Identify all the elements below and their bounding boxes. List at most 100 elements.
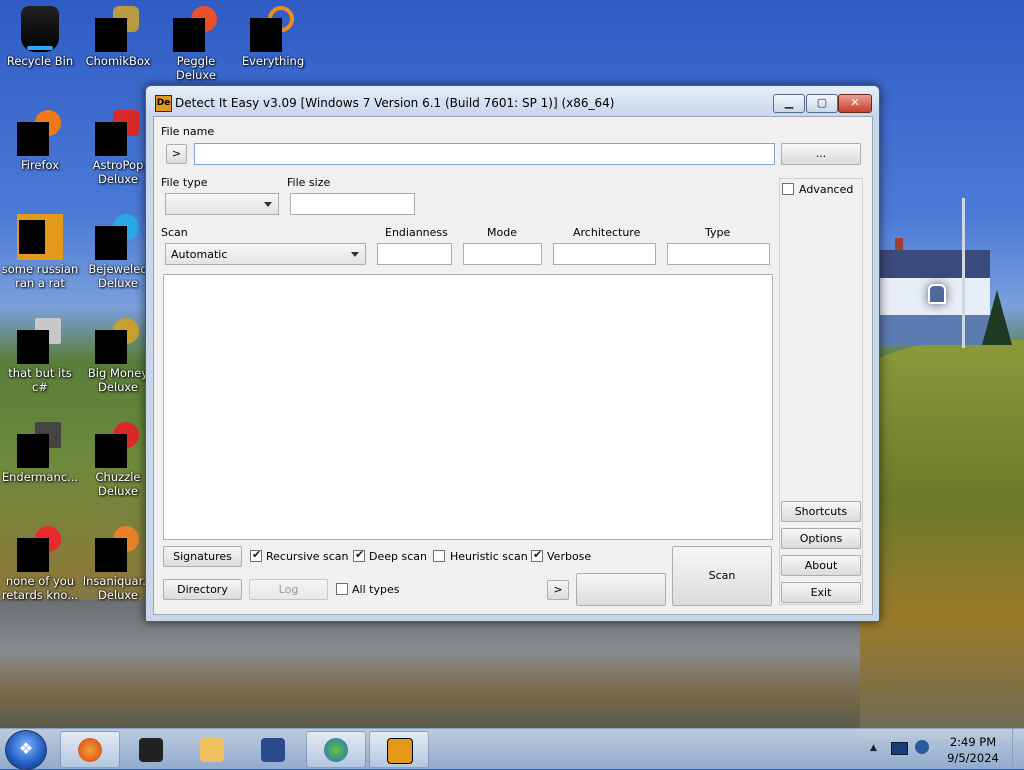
- chevron-down-icon: [351, 252, 359, 257]
- file-arrow-button[interactable]: >: [166, 144, 187, 164]
- about-button[interactable]: About: [781, 555, 861, 576]
- verbose-checkbox[interactable]: [531, 548, 543, 562]
- desktop-icon-label: that but its c#: [8, 366, 72, 394]
- peggle-icon: [173, 6, 219, 52]
- opera-icon: [17, 526, 63, 572]
- show-desktop-button[interactable]: [1012, 729, 1024, 769]
- network-icon[interactable]: [891, 742, 908, 755]
- window-title: Detect It Easy v3.09 [Windows 7 Version …: [175, 96, 615, 110]
- browse-button[interactable]: ...: [781, 143, 861, 165]
- background-house: [880, 250, 990, 345]
- all-types-label: All types: [352, 583, 400, 596]
- recursive-scan-checkbox[interactable]: [250, 548, 262, 562]
- window-client-area: File name > ... File type File size Scan…: [153, 116, 873, 615]
- desktop-icon-chomikbox[interactable]: ChomikBox: [78, 6, 158, 68]
- insaniquarium-icon: [95, 526, 141, 572]
- taskbar-item-detect-it-easy[interactable]: [369, 731, 429, 768]
- file-name-input[interactable]: [194, 143, 775, 165]
- detect-it-easy-icon: [17, 214, 63, 260]
- clock-date: 9/5/2024: [947, 751, 999, 765]
- download-manager-icon: [324, 738, 348, 762]
- desktop-icon-label: ChomikBox: [85, 54, 151, 68]
- close-button[interactable]: ✕: [838, 94, 872, 113]
- type-label: Type: [705, 226, 731, 239]
- taskbar-item-virtualbox[interactable]: [243, 731, 303, 768]
- architecture-field: [553, 243, 656, 265]
- taskbar-item-download-manager[interactable]: [306, 731, 366, 768]
- chomikbox-icon: [95, 6, 141, 52]
- scan-results-area[interactable]: [163, 274, 773, 540]
- chevron-down-icon: [264, 202, 272, 207]
- desktop-icon-everything[interactable]: Everything: [233, 6, 313, 68]
- deep-scan-label: Deep scan: [369, 550, 427, 563]
- scan-mode-value: Automatic: [171, 248, 228, 261]
- type-field: [667, 243, 770, 265]
- heuristic-scan-label: Heuristic scan: [450, 550, 528, 563]
- bejeweled-icon: [95, 214, 141, 260]
- close-icon: ✕: [850, 96, 860, 109]
- signatures-button[interactable]: Signatures: [163, 546, 242, 567]
- log-button[interactable]: Log: [249, 579, 328, 600]
- detect-it-easy-icon: [387, 738, 413, 764]
- desktop-icon-label: some russian ran a rat: [1, 262, 79, 290]
- scan-button[interactable]: Scan: [672, 546, 772, 606]
- tray-expand-icon[interactable]: ▲: [870, 743, 877, 753]
- scan-progress-bar: [576, 573, 666, 606]
- background-pole: [962, 198, 965, 348]
- mode-label: Mode: [487, 226, 517, 239]
- all-types-checkbox[interactable]: [336, 583, 348, 595]
- desktop-icon-none-of-you[interactable]: none of you retards kno...: [0, 526, 80, 602]
- minimize-button[interactable]: ▁: [773, 94, 805, 113]
- taskbar-item-media-player[interactable]: [182, 731, 242, 768]
- taskbar-item-terminal[interactable]: [121, 731, 181, 768]
- shortcuts-button[interactable]: Shortcuts: [781, 501, 861, 522]
- architecture-label: Architecture: [573, 226, 641, 239]
- chuzzle-icon: [95, 422, 141, 468]
- desktop-icon-label: Everything: [241, 54, 305, 68]
- scan-mode-select[interactable]: Automatic: [165, 243, 366, 265]
- heuristic-scan-checkbox[interactable]: [433, 550, 445, 562]
- maximize-icon: ▢: [816, 96, 828, 109]
- everything-icon: [250, 6, 296, 52]
- verbose-label: Verbose: [547, 550, 592, 563]
- program-icon: [17, 318, 63, 364]
- volume-icon[interactable]: [915, 740, 929, 754]
- taskbar-item-firefox[interactable]: [60, 731, 120, 768]
- virtualbox-icon: [261, 738, 285, 762]
- detect-it-easy-window: De Detect It Easy v3.09 [Windows 7 Versi…: [145, 85, 880, 622]
- more-button[interactable]: >: [547, 580, 569, 600]
- desktop-icon-that-but-its-csharp[interactable]: that but its c#: [0, 318, 80, 394]
- advanced-checkbox[interactable]: [782, 183, 794, 195]
- minimize-icon: ▁: [784, 96, 794, 109]
- window-titlebar[interactable]: De Detect It Easy v3.09 [Windows 7 Versi…: [146, 86, 879, 116]
- file-name-label: File name: [161, 125, 215, 138]
- desktop-icon-label: Peggle Deluxe: [176, 54, 216, 82]
- desktop-icon-endermanch[interactable]: Endermanc...: [0, 422, 80, 484]
- terminal-icon: [139, 738, 163, 762]
- endianness-field: [377, 243, 452, 265]
- background-hill: [860, 340, 1024, 740]
- recursive-scan-label: Recursive scan: [266, 550, 349, 563]
- deep-scan-checkbox[interactable]: [353, 548, 365, 562]
- directory-button[interactable]: Directory: [163, 579, 242, 600]
- desktop-icon-recycle-bin[interactable]: Recycle Bin: [0, 6, 80, 68]
- firefox-icon: [17, 110, 63, 156]
- desktop-icon-label: Recycle Bin: [6, 54, 74, 68]
- maximize-button[interactable]: ▢: [806, 94, 838, 113]
- app-icon: De: [155, 95, 172, 112]
- file-type-select[interactable]: [165, 193, 279, 215]
- desktop-icon-peggle-deluxe[interactable]: Peggle Deluxe: [156, 6, 236, 82]
- mode-field: [463, 243, 542, 265]
- system-clock[interactable]: 2:49 PM 9/5/2024: [940, 734, 1006, 766]
- file-size-label: File size: [287, 176, 331, 189]
- options-button[interactable]: Options: [781, 528, 861, 549]
- big-money-icon: [95, 318, 141, 364]
- exit-button[interactable]: Exit: [781, 582, 861, 603]
- desktop-icon-label: Firefox: [20, 158, 60, 172]
- desktop-icon-some-russian-ran-a-rat[interactable]: some russian ran a rat: [0, 214, 80, 290]
- desktop-icon-label: Endermanc...: [1, 470, 79, 484]
- start-button[interactable]: ❖: [5, 730, 47, 770]
- desktop-icon-label: none of you retards kno...: [1, 574, 79, 602]
- desktop-icon-firefox[interactable]: Firefox: [0, 110, 80, 172]
- recycle-bin-icon: [21, 6, 59, 52]
